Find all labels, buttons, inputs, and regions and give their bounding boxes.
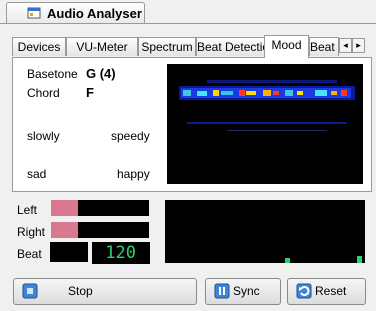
beat-indicator xyxy=(50,242,88,262)
stop-label: Stop xyxy=(68,284,93,298)
stop-icon xyxy=(22,283,38,299)
left-level-meter xyxy=(51,200,149,216)
reset-button[interactable]: Reset xyxy=(287,278,366,305)
tab-mood[interactable]: Mood xyxy=(264,35,309,58)
tab-vu-meter[interactable]: VU-Meter xyxy=(66,37,138,56)
right-level-meter xyxy=(51,222,149,238)
stop-button[interactable]: Stop xyxy=(13,278,197,305)
bpm-display: 120 xyxy=(92,242,150,264)
beat-graph xyxy=(165,200,365,263)
basetone-value: G (4) xyxy=(86,66,116,81)
right-level-fill xyxy=(51,222,79,238)
sync-icon xyxy=(214,283,230,299)
basetone-label: Basetone xyxy=(27,67,78,81)
tab-strip: Devices VU-Meter Spectrum Beat Detection… xyxy=(12,35,372,58)
mood-panel: Basetone G (4) Chord F slowly speedy sad… xyxy=(12,57,372,192)
tab-scroll-right-icon[interactable]: ▸ xyxy=(352,38,365,53)
sad-label: sad xyxy=(27,167,47,181)
tab-devices[interactable]: Devices xyxy=(12,37,66,56)
chord-label: Chord xyxy=(27,86,60,100)
reset-icon xyxy=(296,283,312,299)
right-level-label: Right xyxy=(17,225,46,239)
sync-button[interactable]: Sync xyxy=(205,278,281,305)
tab-beat-c[interactable]: Beat C xyxy=(309,37,339,56)
window-title: Audio Analyser xyxy=(47,6,142,21)
title-divider xyxy=(0,23,376,24)
window-title-tab[interactable]: Audio Analyser xyxy=(6,2,145,24)
tab-spectrum[interactable]: Spectrum xyxy=(138,37,196,56)
left-level-label: Left xyxy=(17,203,38,217)
app-window-icon xyxy=(27,7,41,19)
reset-label: Reset xyxy=(315,284,347,298)
left-level-fill xyxy=(51,200,79,216)
slowly-label: slowly xyxy=(27,129,60,143)
tab-scroll-left-icon[interactable]: ◂ xyxy=(339,38,352,53)
happy-label: happy xyxy=(117,167,150,181)
mood-spectrogram xyxy=(167,64,363,184)
speedy-label: speedy xyxy=(111,129,150,143)
chord-value: F xyxy=(86,85,94,100)
sync-label: Sync xyxy=(233,284,260,298)
beat-label: Beat xyxy=(17,247,42,261)
